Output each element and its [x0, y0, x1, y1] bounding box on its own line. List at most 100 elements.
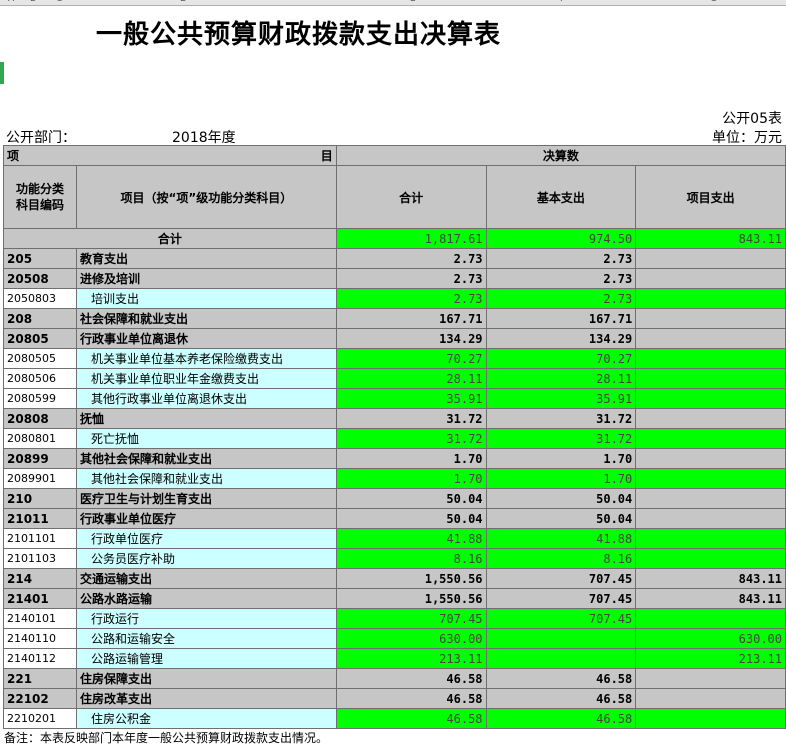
- row-total-cell[interactable]: 707.45: [335, 608, 487, 629]
- row-total-cell[interactable]: 1,550.56: [335, 588, 487, 609]
- row-total-cell[interactable]: 41.88: [335, 528, 487, 549]
- row-basic-cell[interactable]: 134.29: [485, 328, 637, 349]
- row-total-cell[interactable]: 31.72: [335, 408, 487, 429]
- row-project-cell[interactable]: [635, 268, 786, 289]
- row-code-cell[interactable]: 205: [3, 248, 77, 269]
- col-letter-e[interactable]: E: [410, 0, 416, 4]
- row-basic-cell[interactable]: 2.73: [485, 288, 637, 309]
- col-letter-c[interactable]: C: [56, 0, 62, 4]
- row-total-cell[interactable]: 167.71: [335, 308, 487, 329]
- row-total-cell[interactable]: 1.70: [335, 448, 487, 469]
- row-code-cell[interactable]: 210: [3, 488, 77, 509]
- row-project-cell[interactable]: [635, 348, 786, 369]
- row-basic-cell[interactable]: 70.27: [485, 348, 637, 369]
- row-code-cell[interactable]: 2080506: [3, 368, 77, 389]
- row-total-cell[interactable]: 630.00: [335, 628, 487, 649]
- row-code-cell[interactable]: 2080505: [3, 348, 77, 369]
- row-total-cell[interactable]: 1.70: [335, 468, 487, 489]
- row-name-cell[interactable]: 交通运输支出: [75, 568, 337, 589]
- basic-col-header[interactable]: 基本支出: [485, 165, 637, 229]
- decision-group-header[interactable]: 决算数: [335, 145, 786, 166]
- row-basic-cell[interactable]: 167.71: [485, 308, 637, 329]
- row-basic-cell[interactable]: 35.91: [485, 388, 637, 409]
- row-basic-cell[interactable]: 707.45: [485, 608, 637, 629]
- row-name-cell[interactable]: 培训支出: [75, 288, 337, 309]
- total-row-label[interactable]: 合计: [3, 228, 337, 249]
- row-total-cell[interactable]: 46.58: [335, 708, 487, 729]
- row-name-cell[interactable]: 抚恤: [75, 408, 337, 429]
- col-letter-d[interactable]: D: [180, 0, 187, 4]
- row-name-cell[interactable]: 进修及培训: [75, 268, 337, 289]
- row-name-cell[interactable]: 住房改革支出: [75, 688, 337, 709]
- code-col-header[interactable]: 功能分类 科目编码: [3, 165, 77, 229]
- row-basic-cell[interactable]: 46.58: [485, 708, 637, 729]
- row-name-cell[interactable]: 医疗卫生与计划生育支出: [75, 488, 337, 509]
- row-name-cell[interactable]: 行政运行: [75, 608, 337, 629]
- row-name-cell[interactable]: 其他行政事业单位离退休支出: [75, 388, 337, 409]
- row-basic-cell[interactable]: 50.04: [485, 508, 637, 529]
- row-name-cell[interactable]: 教育支出: [75, 248, 337, 269]
- row-basic-cell[interactable]: 8.16: [485, 548, 637, 569]
- row-basic-cell[interactable]: 2.73: [485, 248, 637, 269]
- row-name-cell[interactable]: 社会保障和就业支出: [75, 308, 337, 329]
- row-project-cell[interactable]: [635, 448, 786, 469]
- row-code-cell[interactable]: 20508: [3, 268, 77, 289]
- row-total-cell[interactable]: 213.11: [335, 648, 487, 669]
- row-code-cell[interactable]: 2140101: [3, 608, 77, 629]
- row-project-cell[interactable]: 843.11: [635, 588, 786, 609]
- row-code-cell[interactable]: 2050803: [3, 288, 77, 309]
- total-row-basic[interactable]: 974.50: [485, 228, 637, 249]
- row-project-cell[interactable]: 630.00: [635, 628, 786, 649]
- row-total-cell[interactable]: 46.58: [335, 688, 487, 709]
- row-code-cell[interactable]: 2089901: [3, 468, 77, 489]
- row-total-cell[interactable]: 2.73: [335, 288, 487, 309]
- row-project-cell[interactable]: [635, 468, 786, 489]
- row-total-cell[interactable]: 134.29: [335, 328, 487, 349]
- row-code-cell[interactable]: 20899: [3, 448, 77, 469]
- row-name-cell[interactable]: 公路水路运输: [75, 588, 337, 609]
- row-total-cell[interactable]: 50.04: [335, 508, 487, 529]
- row-name-cell[interactable]: 住房保障支出: [75, 668, 337, 689]
- row-name-cell[interactable]: 其他社会保障和就业支出: [75, 468, 337, 489]
- row-project-cell[interactable]: [635, 528, 786, 549]
- row-basic-cell[interactable]: [485, 628, 637, 649]
- col-letter-a[interactable]: A: [8, 0, 14, 4]
- row-total-cell[interactable]: 8.16: [335, 548, 487, 569]
- project-col-header[interactable]: 项目支出: [635, 165, 786, 229]
- row-name-cell[interactable]: 其他社会保障和就业支出: [75, 448, 337, 469]
- row-name-cell[interactable]: 行政事业单位离退休: [75, 328, 337, 349]
- row-name-cell[interactable]: 机关事业单位基本养老保险缴费支出: [75, 348, 337, 369]
- row-code-cell[interactable]: 21401: [3, 588, 77, 609]
- row-project-cell[interactable]: [635, 668, 786, 689]
- row-code-cell[interactable]: 2101101: [3, 528, 77, 549]
- row-basic-cell[interactable]: [485, 648, 637, 669]
- row-project-cell[interactable]: [635, 608, 786, 629]
- row-code-cell[interactable]: 21011: [3, 508, 77, 529]
- row-basic-cell[interactable]: 50.04: [485, 488, 637, 509]
- item-header-cell[interactable]: 项 目: [3, 145, 337, 166]
- row-project-cell[interactable]: [635, 288, 786, 309]
- row-name-cell[interactable]: 行政单位医疗: [75, 528, 337, 549]
- row-code-cell[interactable]: 2210201: [3, 708, 77, 729]
- row-project-cell[interactable]: [635, 708, 786, 729]
- row-code-cell[interactable]: 20808: [3, 408, 77, 429]
- row-basic-cell[interactable]: 46.58: [485, 688, 637, 709]
- row-total-cell[interactable]: 28.11: [335, 368, 487, 389]
- row-basic-cell[interactable]: 1.70: [485, 468, 637, 489]
- row-project-cell[interactable]: [635, 248, 786, 269]
- row-project-cell[interactable]: 213.11: [635, 648, 786, 669]
- row-total-cell[interactable]: 35.91: [335, 388, 487, 409]
- row-basic-cell[interactable]: 31.72: [485, 428, 637, 449]
- row-name-cell[interactable]: 死亡抚恤: [75, 428, 337, 449]
- row-code-cell[interactable]: 214: [3, 568, 77, 589]
- total-col-header[interactable]: 合计: [335, 165, 487, 229]
- row-total-cell[interactable]: 31.72: [335, 428, 487, 449]
- row-code-cell[interactable]: 221: [3, 668, 77, 689]
- row-project-cell[interactable]: [635, 488, 786, 509]
- row-project-cell[interactable]: 843.11: [635, 568, 786, 589]
- row-code-cell[interactable]: 208: [3, 308, 77, 329]
- row-name-cell[interactable]: 机关事业单位职业年金缴费支出: [75, 368, 337, 389]
- row-name-cell[interactable]: 住房公积金: [75, 708, 337, 729]
- row-total-cell[interactable]: 70.27: [335, 348, 487, 369]
- col-letter-b[interactable]: B: [30, 0, 36, 4]
